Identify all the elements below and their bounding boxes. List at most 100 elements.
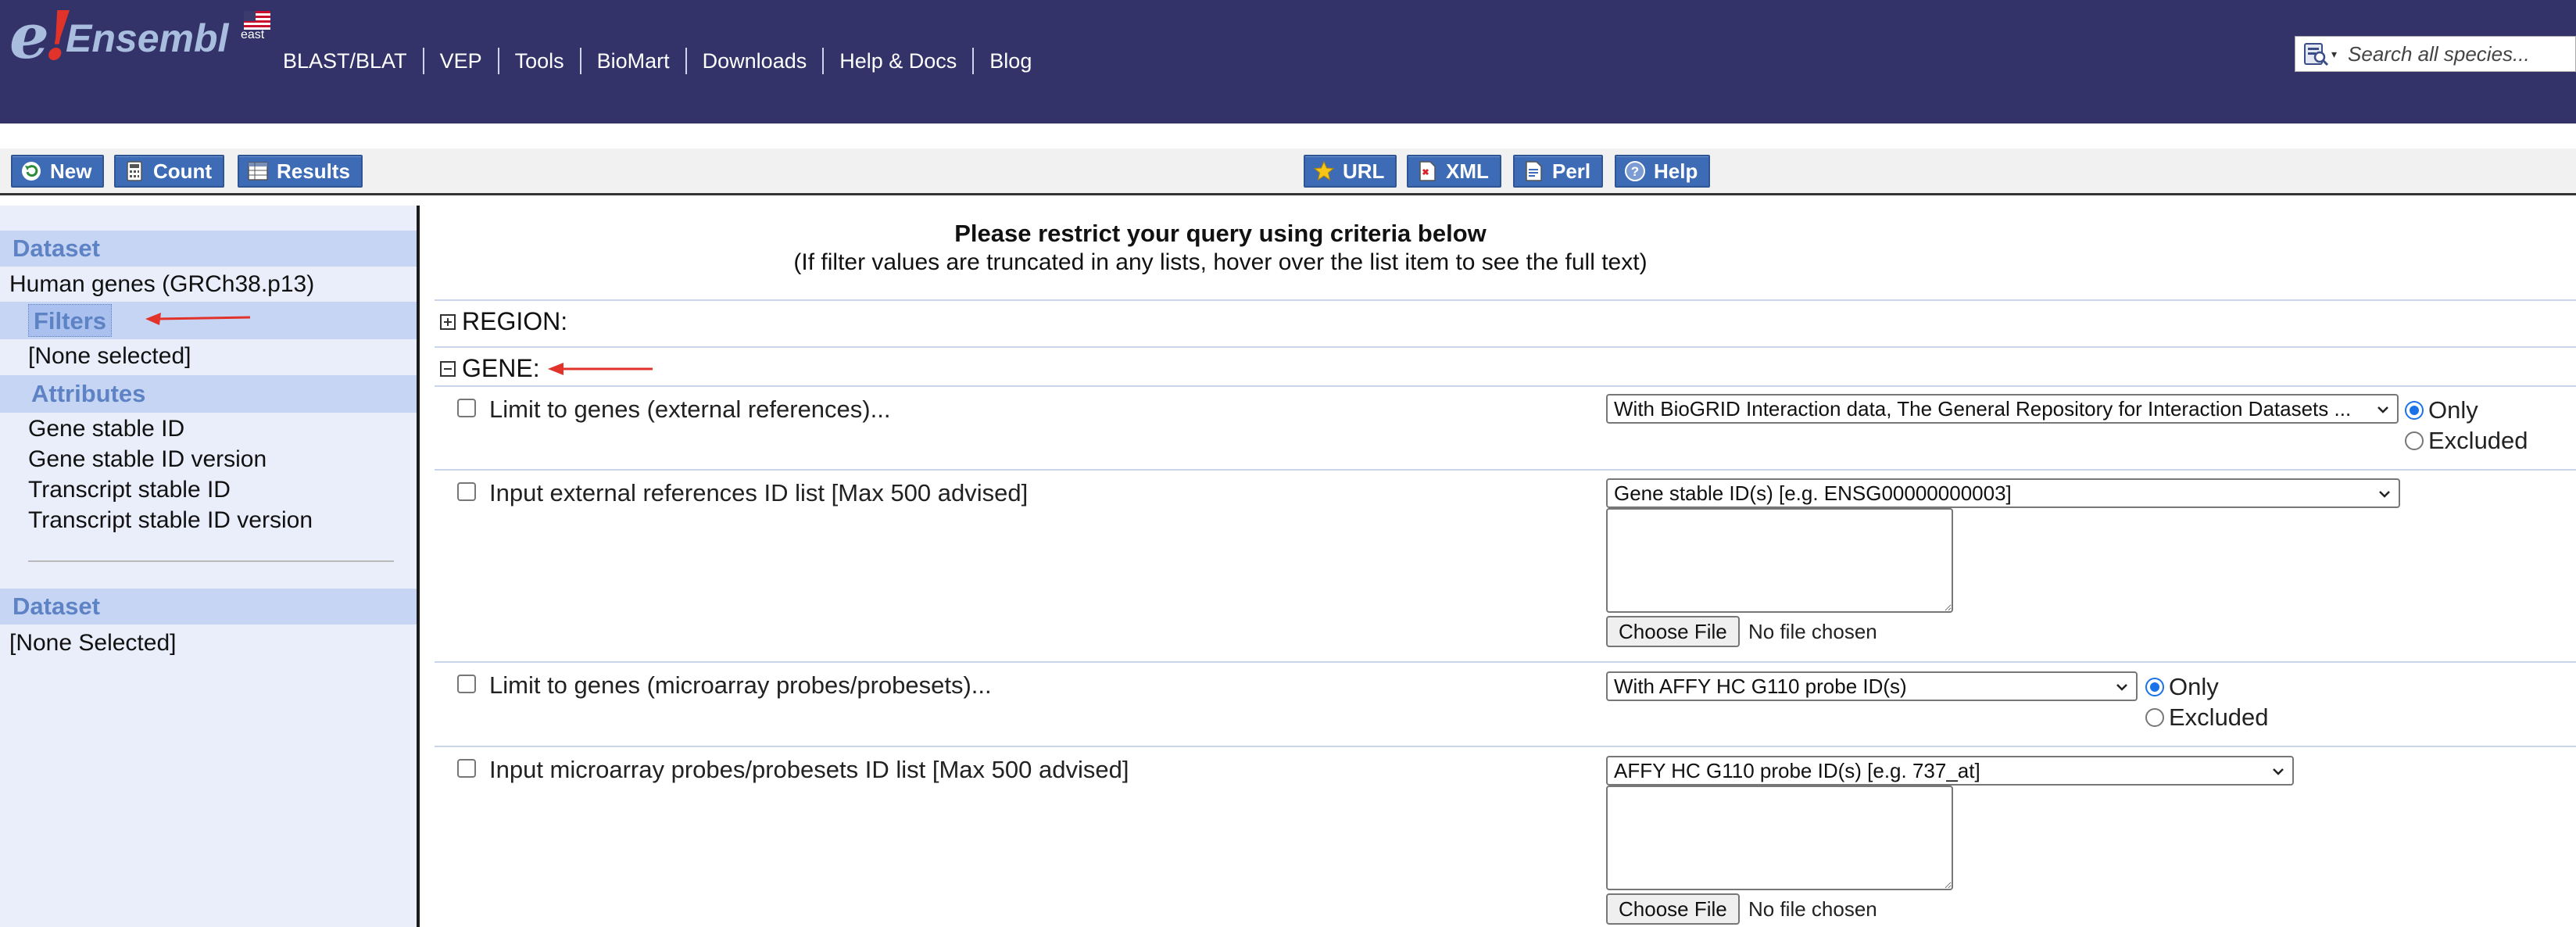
- divider: [435, 299, 2576, 301]
- annotation-arrow-icon: [548, 363, 653, 375]
- nav-blog[interactable]: Blog: [972, 48, 1047, 74]
- top-nav: BLAST/BLAT VEP Tools BioMart Downloads H…: [274, 47, 1047, 75]
- url-button-label: URL: [1343, 159, 1385, 183]
- chevron-down-icon: [2377, 406, 2388, 413]
- results-button[interactable]: Results: [238, 155, 363, 188]
- count-button[interactable]: Count: [114, 155, 225, 188]
- limit-probes-label: Limit to genes (microarray probes/probes…: [489, 671, 992, 699]
- nav-downloads[interactable]: Downloads: [685, 48, 823, 74]
- calculator-icon: [127, 161, 142, 181]
- logo-wordmark: Ensembl: [66, 16, 229, 60]
- probe-id-list-textarea[interactable]: [1606, 786, 1953, 890]
- ensembl-logo[interactable]: e ! Ensembl: [9, 3, 275, 81]
- dataset-2-heading[interactable]: Dataset: [0, 589, 417, 625]
- divider: [435, 746, 2576, 747]
- filter-main: Please restrict your query using criteri…: [423, 206, 2576, 927]
- probes-only-radio[interactable]: Only: [2145, 673, 2219, 701]
- search-dropdown-caret-icon[interactable]: ▾: [2331, 48, 2337, 61]
- probe-id-list-checkbox[interactable]: [457, 759, 476, 778]
- ext-id-type-select[interactable]: Gene stable ID(s) [e.g. ENSG00000000003]: [1606, 478, 2400, 508]
- svg-text:?: ?: [1631, 164, 1639, 179]
- us-flag-icon: [244, 11, 270, 30]
- limit-probes-checkbox[interactable]: [457, 675, 476, 693]
- attribute-item[interactable]: Gene stable ID: [28, 416, 184, 442]
- ext-id-file-status: No file chosen: [1748, 620, 1877, 643]
- divider: [435, 661, 2576, 663]
- ext-refs-select[interactable]: With BioGRID Interaction data, The Gener…: [1606, 394, 2399, 424]
- help-button[interactable]: ? Help: [1615, 155, 1711, 188]
- masthead: e ! Ensembl east BLAST/BLAT VEP Tools Bi…: [0, 0, 2576, 123]
- limit-ext-refs-checkbox[interactable]: [457, 399, 476, 417]
- chevron-down-icon: [2116, 684, 2127, 691]
- gene-section-toggle[interactable]: GENE:: [440, 354, 540, 383]
- ext-id-list-label: Input external references ID list [Max 5…: [489, 479, 1029, 506]
- divider: [435, 469, 2576, 471]
- probes-excluded-label: Excluded: [2169, 703, 2269, 731]
- nav-help-docs[interactable]: Help & Docs: [822, 48, 972, 74]
- region-section-label: REGION:: [462, 307, 568, 335]
- attribute-item[interactable]: Transcript stable ID version: [28, 507, 313, 534]
- ext-refs-only-label: Only: [2428, 396, 2478, 424]
- divider: [435, 385, 2576, 387]
- page-title: Please restrict your query using criteri…: [954, 220, 1487, 247]
- table-icon: [248, 162, 268, 181]
- nav-vep[interactable]: VEP: [422, 48, 498, 74]
- attribute-item[interactable]: Gene stable ID version: [28, 446, 267, 473]
- annotation-arrow-icon: [145, 313, 251, 325]
- mirror-label: east: [241, 28, 265, 41]
- ext-id-list-checkbox[interactable]: [457, 482, 476, 501]
- nav-biomart[interactable]: BioMart: [579, 48, 685, 74]
- help-question-icon: ?: [1625, 161, 1645, 181]
- xml-button-label: XML: [1446, 159, 1489, 183]
- probe-id-choose-file-button[interactable]: Choose File: [1606, 893, 1740, 925]
- dataset-2-value[interactable]: [None Selected]: [9, 630, 176, 657]
- ext-id-type-select-value: Gene stable ID(s) [e.g. ENSG00000000003]: [1614, 481, 2012, 505]
- nav-blast[interactable]: BLAST/BLAT: [274, 48, 423, 74]
- ext-refs-select-value: With BioGRID Interaction data, The Gener…: [1614, 397, 2352, 421]
- ext-id-choose-file-button[interactable]: Choose File: [1606, 616, 1740, 647]
- dataset-heading[interactable]: Dataset: [0, 231, 417, 267]
- new-button[interactable]: New: [11, 155, 105, 188]
- xml-button[interactable]: XML: [1407, 155, 1501, 188]
- divider: [435, 346, 2576, 348]
- filters-value[interactable]: [None selected]: [28, 343, 191, 370]
- perl-button[interactable]: Perl: [1513, 155, 1604, 188]
- star-icon: [1313, 160, 1335, 181]
- ext-refs-excluded-label: Excluded: [2428, 427, 2528, 454]
- probes-select-value: With AFFY HC G110 probe ID(s): [1614, 675, 1907, 698]
- ext-refs-only-radio[interactable]: Only: [2405, 396, 2478, 424]
- perl-button-label: Perl: [1552, 159, 1591, 183]
- search-species-icon[interactable]: [2303, 41, 2330, 67]
- region-section-toggle[interactable]: REGION:: [440, 307, 567, 336]
- chevron-down-icon: [2379, 491, 2390, 498]
- radio-selected-icon: [2405, 401, 2424, 420]
- help-button-label: Help: [1654, 159, 1698, 183]
- species-search-input[interactable]: [2346, 41, 2566, 67]
- count-button-label: Count: [153, 159, 213, 183]
- ext-refs-excluded-radio[interactable]: Excluded: [2405, 427, 2528, 455]
- probes-only-label: Only: [2169, 673, 2219, 700]
- attributes-heading[interactable]: Attributes: [0, 375, 417, 413]
- species-search: ▾: [2295, 36, 2576, 72]
- refresh-icon: [22, 162, 41, 181]
- ext-id-list-textarea[interactable]: [1606, 508, 1953, 613]
- url-button[interactable]: URL: [1304, 155, 1397, 188]
- radio-unselected-icon: [2405, 431, 2424, 450]
- limit-ext-refs-label: Limit to genes (external references)...: [489, 395, 891, 423]
- probes-excluded-radio[interactable]: Excluded: [2145, 703, 2269, 732]
- biomart-toolbar: New Count Results URL XML Perl ? Help: [0, 149, 2576, 195]
- page-subtitle: (If filter values are truncated in any l…: [793, 249, 1648, 275]
- expand-icon: [440, 313, 456, 330]
- attribute-item[interactable]: Transcript stable ID: [28, 477, 231, 503]
- probes-select[interactable]: With AFFY HC G110 probe ID(s): [1606, 671, 2138, 701]
- chevron-down-icon: [2273, 768, 2284, 775]
- results-button-label: Results: [277, 159, 350, 183]
- gene-section-label: GENE:: [462, 354, 540, 382]
- probe-id-type-select[interactable]: AFFY HC G110 probe ID(s) [e.g. 737_at]: [1606, 756, 2294, 786]
- filters-heading[interactable]: Filters: [28, 304, 113, 337]
- probe-id-list-label: Input microarray probes/probesets ID lis…: [489, 756, 1129, 783]
- panel-divider: [28, 560, 394, 562]
- nav-tools[interactable]: Tools: [497, 48, 580, 74]
- dataset-value[interactable]: Human genes (GRCh38.p13): [9, 271, 314, 298]
- summary-panel: Dataset Human genes (GRCh38.p13) Filters…: [0, 206, 420, 927]
